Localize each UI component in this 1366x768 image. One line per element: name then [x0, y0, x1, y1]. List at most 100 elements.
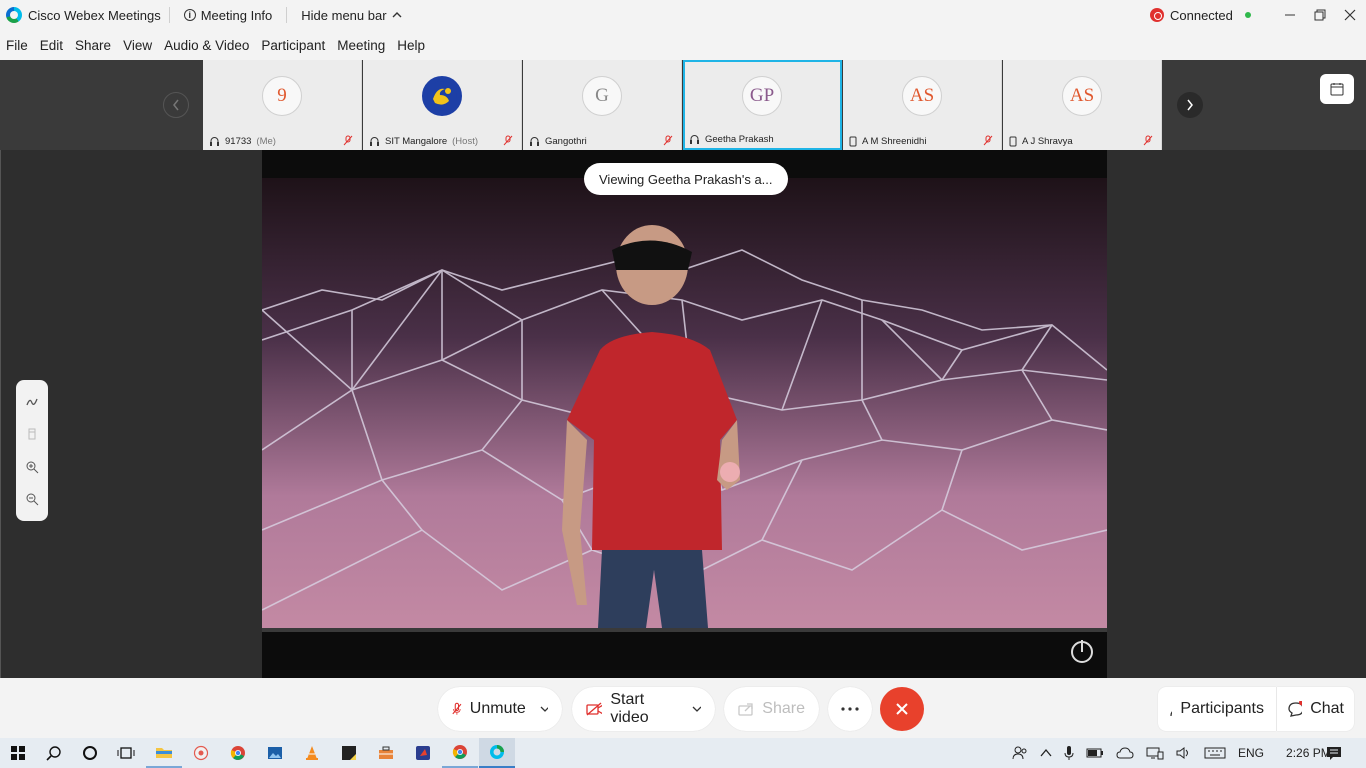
- menu-help[interactable]: Help: [393, 38, 429, 53]
- cloud-icon[interactable]: [1116, 747, 1134, 759]
- hide-menu-bar-button[interactable]: Hide menu bar: [295, 0, 407, 30]
- connection-icon: [1150, 8, 1164, 22]
- person-icon: [1170, 710, 1173, 717]
- menu-view[interactable]: View: [119, 38, 156, 53]
- task-view-icon: [117, 747, 135, 759]
- shared-video[interactable]: [262, 150, 1107, 678]
- meeting-controls: Unmute Start video Share Participants Ch…: [0, 678, 1366, 738]
- participant-strip: 9 91733 (Me) SIT Mangalore (Host) G Gang…: [0, 60, 1366, 150]
- chrome-icon: [452, 745, 467, 759]
- menu-audio-video[interactable]: Audio & Video: [160, 38, 253, 53]
- participant-tile-sit-mangalore[interactable]: SIT Mangalore (Host): [363, 60, 522, 150]
- notifications-button[interactable]: [1316, 738, 1352, 768]
- taskbar-briefcase[interactable]: [368, 738, 404, 768]
- participant-footer: Gangothri: [523, 132, 681, 150]
- connection-status[interactable]: Connected: [1150, 0, 1251, 30]
- participants-label: Participants: [1180, 700, 1264, 717]
- meeting-info-button[interactable]: i Meeting Info: [178, 0, 279, 30]
- close-icon: [1344, 9, 1356, 21]
- volume-icon[interactable]: [1176, 746, 1192, 760]
- windows-taskbar: ENG 2:26 PM: [0, 738, 1366, 768]
- taskbar-chrome-2[interactable]: [442, 738, 478, 768]
- chat-panel-button[interactable]: Chat: [1277, 687, 1354, 731]
- muted-mic-icon: [1143, 135, 1153, 146]
- network-icon[interactable]: [1146, 746, 1164, 760]
- search-button[interactable]: [36, 738, 72, 768]
- menu-participant[interactable]: Participant: [257, 38, 329, 53]
- folder-icon: [156, 748, 172, 758]
- close-window-button[interactable]: [1335, 0, 1365, 30]
- participant-tile-91733[interactable]: 9 91733 (Me): [203, 60, 362, 150]
- task-view-button[interactable]: [108, 738, 144, 768]
- taskbar-app-red[interactable]: [183, 738, 219, 768]
- participant-name: Geetha Prakash: [705, 133, 774, 145]
- webex-logo-icon: [6, 7, 22, 23]
- participants-panel-button[interactable]: Participants: [1158, 687, 1276, 731]
- participant-tile-geetha-prakash[interactable]: GP Geetha Prakash: [683, 60, 842, 150]
- menu-meeting[interactable]: Meeting: [333, 38, 389, 53]
- unmute-button[interactable]: Unmute: [438, 687, 562, 731]
- chevron-up-icon[interactable]: [1040, 748, 1052, 758]
- avatar: AS: [902, 76, 942, 116]
- people-icon[interactable]: [1012, 745, 1028, 761]
- eraser-icon[interactable]: [25, 427, 39, 441]
- taskbar-file-explorer[interactable]: [146, 738, 182, 768]
- layout-button[interactable]: [1320, 74, 1354, 104]
- leave-meeting-button[interactable]: [880, 687, 924, 731]
- more-icon: [841, 707, 859, 711]
- divider: [286, 7, 288, 23]
- app-title: Cisco Webex Meetings: [28, 7, 161, 23]
- start-button[interactable]: [0, 738, 36, 768]
- taskbar-webex[interactable]: [479, 738, 515, 768]
- taskbar-chrome[interactable]: [220, 738, 256, 768]
- participant-tile-aj-shravya[interactable]: AS A J Shravya: [1003, 60, 1162, 150]
- taskbar-photos[interactable]: [257, 738, 293, 768]
- participant-tile-am-shreenidhi[interactable]: AS A M Shreenidhi: [843, 60, 1002, 150]
- video-frame-image: [262, 178, 1107, 678]
- minimize-button[interactable]: [1275, 0, 1305, 30]
- phone-icon: [849, 136, 857, 146]
- avatar: G: [582, 76, 622, 116]
- keyboard-icon[interactable]: [1204, 746, 1226, 760]
- menu-share[interactable]: Share: [71, 38, 115, 53]
- chevron-down-icon[interactable]: [692, 705, 701, 713]
- participant-footer: A M Shreenidhi: [843, 132, 1001, 150]
- language-indicator[interactable]: ENG: [1238, 746, 1264, 760]
- chevron-down-icon[interactable]: [540, 705, 548, 713]
- phone-icon: [1009, 136, 1017, 146]
- strip-prev-button[interactable]: [163, 92, 189, 118]
- avatar: 9: [262, 76, 302, 116]
- avatar: GP: [742, 76, 782, 116]
- hide-menu-label: Hide menu bar: [301, 7, 387, 23]
- cortana-button[interactable]: [72, 738, 108, 768]
- taskbar-app-media[interactable]: [405, 738, 441, 768]
- zoom-out-icon[interactable]: [25, 492, 39, 506]
- start-video-button[interactable]: Start video: [572, 687, 715, 731]
- participant-role: (Me): [256, 135, 276, 147]
- menu-file[interactable]: File: [2, 38, 32, 53]
- menu-edit[interactable]: Edit: [36, 38, 67, 53]
- participant-tile-gangothri[interactable]: G Gangothri: [523, 60, 682, 150]
- share-button[interactable]: Share: [724, 687, 819, 731]
- sticky-notes-icon: [342, 746, 356, 760]
- taskbar-vlc[interactable]: [294, 738, 330, 768]
- restore-button[interactable]: [1305, 0, 1335, 30]
- share-icon: [738, 703, 753, 716]
- annotation-toolbar: [16, 380, 48, 521]
- battery-icon[interactable]: [1086, 746, 1104, 760]
- strip-next-button[interactable]: [1177, 92, 1203, 118]
- microphone-icon[interactable]: [1064, 745, 1074, 761]
- participant-name: 91733: [225, 135, 252, 147]
- muted-mic-icon: [343, 135, 353, 146]
- cortana-icon: [83, 746, 97, 760]
- zoom-in-icon[interactable]: [25, 460, 39, 474]
- pen-icon[interactable]: [25, 395, 39, 409]
- taskbar-sticky[interactable]: [331, 738, 367, 768]
- app-title-area: Cisco Webex Meetings: [0, 0, 161, 30]
- info-icon: i: [183, 9, 196, 21]
- muted-mic-icon: [503, 135, 513, 146]
- headset-icon: [690, 134, 699, 144]
- webex-icon: [490, 745, 504, 759]
- more-options-button[interactable]: [828, 687, 872, 731]
- muted-mic-icon: [452, 702, 462, 715]
